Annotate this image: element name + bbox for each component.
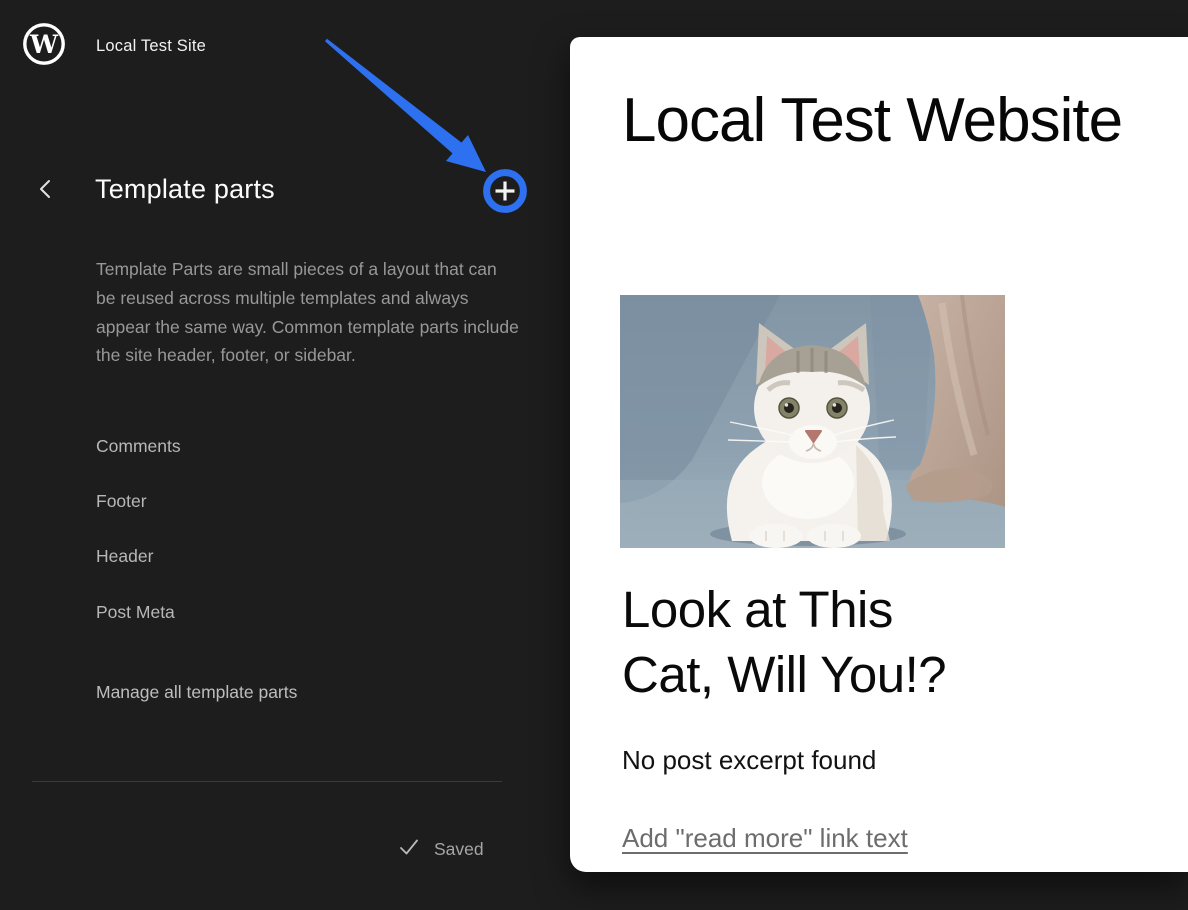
site-name-label: Local Test Site bbox=[96, 37, 206, 56]
check-icon bbox=[398, 836, 420, 863]
post-featured-image[interactable] bbox=[620, 295, 1005, 548]
post-title-line-2: Cat, Will You!? bbox=[622, 642, 946, 707]
manage-all-template-parts-link[interactable]: Manage all template parts bbox=[96, 682, 297, 703]
svg-text:W: W bbox=[29, 30, 59, 59]
sidebar-item-footer[interactable]: Footer bbox=[96, 491, 147, 512]
read-more-link-placeholder[interactable]: Add "read more" link text bbox=[622, 823, 908, 854]
kitten-photo-illustration bbox=[620, 295, 1005, 548]
canvas-content: Local Test Website bbox=[570, 37, 1188, 872]
wordpress-logo-button[interactable]: W bbox=[22, 22, 66, 66]
plus-circle-icon bbox=[483, 201, 527, 216]
post-title-heading: Look at This Cat, Will You!? bbox=[622, 577, 946, 707]
add-template-part-button[interactable] bbox=[483, 169, 527, 213]
post-excerpt-placeholder: No post excerpt found bbox=[622, 745, 876, 776]
wordpress-logo-icon: W bbox=[22, 54, 66, 69]
sidebar-item-header[interactable]: Header bbox=[96, 546, 153, 567]
sidebar-item-post-meta[interactable]: Post Meta bbox=[96, 602, 175, 623]
back-button[interactable] bbox=[30, 175, 60, 205]
save-status-label: Saved bbox=[434, 839, 484, 860]
chevron-left-icon bbox=[34, 176, 56, 205]
post-title-line-1: Look at This bbox=[622, 577, 946, 642]
template-parts-description: Template Parts are small pieces of a lay… bbox=[96, 255, 520, 370]
annotation-arrow-icon bbox=[0, 0, 560, 260]
editor-canvas[interactable]: Local Test Website bbox=[570, 37, 1188, 872]
save-status: Saved bbox=[398, 836, 484, 863]
panel-title: Template parts bbox=[95, 174, 275, 205]
site-title-heading: Local Test Website bbox=[622, 85, 1122, 156]
sidebar-item-comments[interactable]: Comments bbox=[96, 436, 181, 457]
sidebar-footer-divider bbox=[32, 781, 502, 782]
